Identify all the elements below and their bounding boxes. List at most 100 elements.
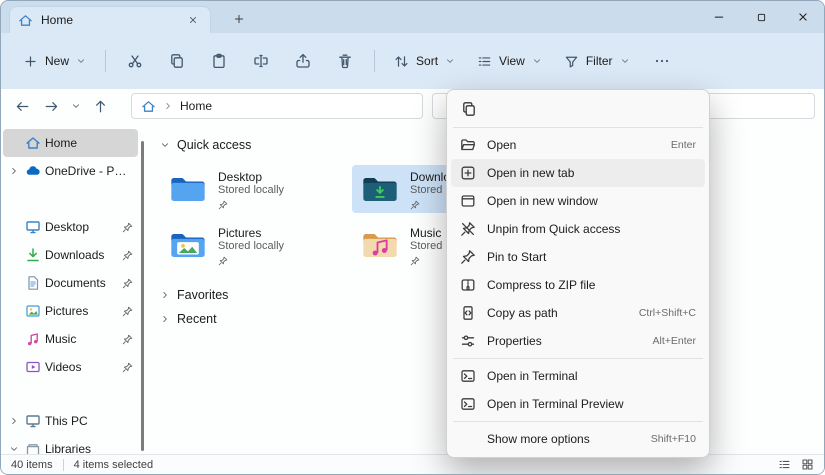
pin-icon [410, 200, 420, 210]
sidebar-item-label: Pictures [45, 304, 118, 318]
tab-title: Home [41, 13, 73, 27]
filter-icon [564, 54, 579, 69]
tab-close-button[interactable] [184, 11, 202, 29]
context-menu-item-pin-to-start[interactable]: Pin to Start [451, 243, 705, 271]
sidebar-item-onedrive[interactable]: OneDrive - Perso [3, 157, 138, 185]
chevron-down-icon [445, 56, 455, 66]
picture-icon [25, 303, 41, 319]
video-icon [25, 359, 41, 375]
sidebar-item-label: Home [45, 136, 133, 150]
chevron-down-icon [620, 56, 630, 66]
address-bar[interactable]: Home [131, 93, 423, 119]
tile-subtitle: Stored locally [218, 184, 284, 197]
tab-home[interactable]: Home [9, 6, 211, 33]
item-count: 40 items [11, 459, 53, 471]
copy-button[interactable] [157, 43, 197, 79]
menu-item-shortcut: Shift+F10 [651, 433, 696, 445]
context-menu-item-open-in-terminal-preview[interactable]: Open in Terminal Preview [451, 390, 705, 418]
sidebar-item-label: OneDrive - Perso [45, 164, 133, 178]
tile-name: Pictures [218, 226, 284, 240]
filter-button[interactable]: Filter [554, 43, 640, 79]
sidebar-item-downloads[interactable]: Downloads [3, 241, 138, 269]
context-menu-item-show-more-options[interactable]: Show more options Shift+F10 [451, 425, 705, 453]
new-tab-button[interactable] [227, 9, 251, 29]
large-icons-view-button[interactable] [801, 458, 814, 471]
context-menu-item-open[interactable]: Open Enter [451, 131, 705, 159]
pictures-folder-icon [168, 228, 208, 262]
up-icon [93, 99, 108, 114]
minimize-button[interactable] [698, 1, 740, 33]
sidebar-item-documents[interactable]: Documents [3, 269, 138, 297]
music-note-icon [25, 331, 41, 347]
chevron-right-icon [9, 416, 19, 426]
context-menu-item-unpin-from-quick-access[interactable]: Unpin from Quick access [451, 215, 705, 243]
rename-button[interactable] [241, 43, 281, 79]
sidebar-item-label: Downloads [45, 248, 118, 262]
new-tab-icon [460, 165, 476, 181]
context-menu-item-open-in-terminal[interactable]: Open in Terminal [451, 362, 705, 390]
sidebar-item-home[interactable]: Home [3, 129, 138, 157]
unpin-icon [460, 221, 476, 237]
close-button[interactable] [782, 1, 824, 33]
context-menu-item-copy-as-path[interactable]: Copy as path Ctrl+Shift+C [451, 299, 705, 327]
sidebar-item-pictures[interactable]: Pictures [3, 297, 138, 325]
back-button[interactable] [9, 93, 36, 120]
back-icon [15, 99, 30, 114]
sort-button[interactable]: Sort [384, 43, 465, 79]
tile-desktop[interactable]: Desktop Stored locally [160, 165, 350, 213]
context-menu-item-properties[interactable]: Properties Alt+Enter [451, 327, 705, 355]
chevron-down-icon [160, 140, 170, 150]
menu-item-label: Pin to Start [487, 250, 685, 264]
tile-pictures[interactable]: Pictures Stored locally [160, 221, 350, 269]
libraries-icon [25, 441, 41, 454]
cut-button[interactable] [115, 43, 155, 79]
sidebar-item-libraries[interactable]: Libraries [3, 435, 138, 454]
context-menu-item-open-in-new-tab[interactable]: Open in new tab [451, 159, 705, 187]
sidebar-item-desktop[interactable]: Desktop [3, 213, 138, 241]
sidebar: Home OneDrive - Perso Desktop [1, 123, 146, 454]
menu-item-shortcut: Enter [671, 139, 696, 151]
menu-item-label: Compress to ZIP file [487, 278, 685, 292]
quick-access-label: Quick access [177, 138, 251, 152]
menu-item-label: Copy as path [487, 306, 628, 320]
sidebar-item-videos[interactable]: Videos [3, 353, 138, 381]
favorites-label: Favorites [177, 288, 228, 302]
copy-button[interactable] [454, 96, 484, 122]
share-button[interactable] [283, 43, 323, 79]
paste-button[interactable] [199, 43, 239, 79]
sidebar-item-music[interactable]: Music [3, 325, 138, 353]
plus-icon [23, 54, 38, 69]
details-view-button[interactable] [778, 458, 791, 471]
pin-icon [122, 306, 133, 317]
context-menu-item-open-in-new-window[interactable]: Open in new window [451, 187, 705, 215]
sidebar-item-label: This PC [45, 414, 133, 428]
sidebar-item-this-pc[interactable]: This PC [3, 407, 138, 435]
menu-item-label: Unpin from Quick access [487, 222, 685, 236]
sidebar-item-label: Documents [45, 276, 118, 290]
context-menu-item-compress-to-zip[interactable]: Compress to ZIP file [451, 271, 705, 299]
properties-icon [460, 333, 476, 349]
rename-icon [253, 53, 269, 69]
status-divider [63, 459, 64, 471]
view-button[interactable]: View [467, 43, 552, 79]
up-button[interactable] [87, 93, 114, 120]
new-window-icon [460, 193, 476, 209]
menu-separator [453, 421, 703, 422]
recent-locations-button[interactable] [67, 93, 85, 120]
plus-icon [233, 13, 245, 25]
pin-icon [122, 334, 133, 345]
filter-button-label: Filter [586, 54, 613, 68]
sidebar-scrollbar[interactable] [141, 141, 144, 451]
sidebar-item-label: Libraries [45, 442, 133, 454]
forward-button[interactable] [38, 93, 65, 120]
view-button-label: View [499, 54, 525, 68]
new-button[interactable]: New [13, 43, 96, 79]
window-controls [698, 1, 824, 33]
menu-item-label: Show more options [487, 432, 640, 446]
see-more-button[interactable] [642, 43, 682, 79]
delete-button[interactable] [325, 43, 365, 79]
maximize-button[interactable] [740, 1, 782, 33]
sidebar-item-label: Music [45, 332, 118, 346]
desktop-monitor-icon [25, 219, 41, 235]
pin-icon [218, 200, 228, 210]
